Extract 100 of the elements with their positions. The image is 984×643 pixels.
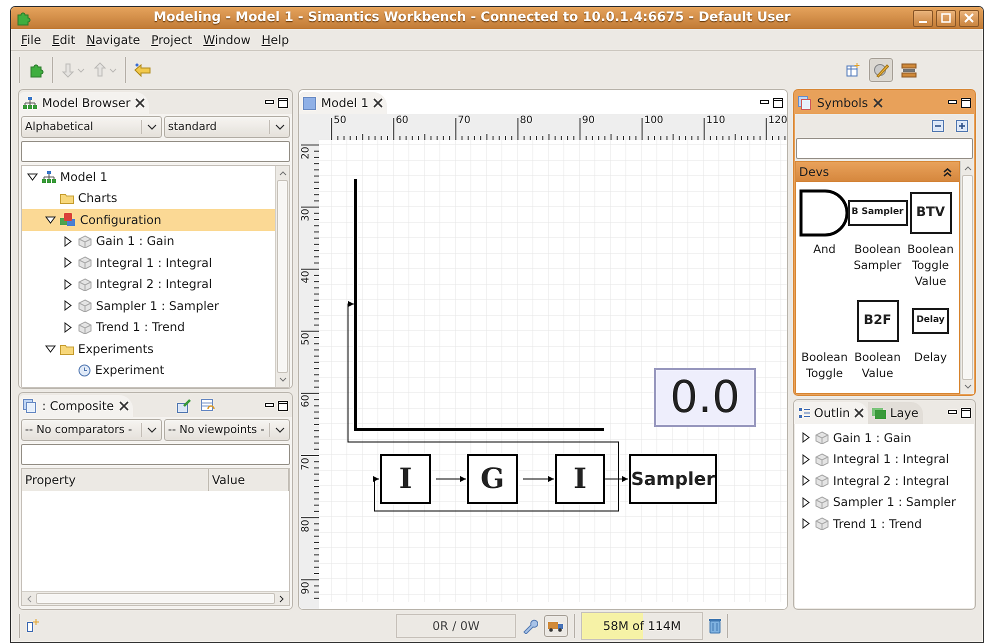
minimize-icon[interactable] [948, 100, 957, 106]
tree-item[interactable]: Integral 2 : Integral [795, 470, 974, 492]
expand-triangle-icon[interactable] [801, 475, 811, 486]
diagram-block[interactable]: I [555, 454, 605, 504]
minimize-button[interactable] [913, 10, 933, 26]
symbol-label[interactable]: And [813, 241, 836, 257]
column-header[interactable]: Value [209, 469, 289, 491]
folder-icon [60, 342, 74, 355]
view-tab[interactable]: Model Browser [19, 92, 150, 114]
menu-item[interactable]: Help [258, 30, 293, 48]
connector-arrow[interactable] [436, 476, 466, 482]
menu-item[interactable]: Project [147, 30, 196, 48]
back-arrow-icon[interactable] [134, 62, 152, 78]
expand-triangle-icon[interactable] [63, 322, 73, 333]
collapse-triangle-icon[interactable] [44, 344, 56, 354]
symbol-label[interactable]: Boolean Toggle Value [904, 241, 957, 289]
dropdown[interactable]: -- No viewpoints - [164, 419, 290, 441]
menu-item[interactable]: File [17, 30, 46, 48]
tree-item[interactable]: Trend 1 : Trend [22, 316, 275, 338]
view-tab[interactable]: : Composite [19, 395, 133, 417]
dropdown[interactable]: Alphabetical [21, 116, 162, 138]
horizontal-scrollbar[interactable] [22, 591, 289, 605]
tree-item[interactable]: Sampler 1 : Sampler [795, 492, 974, 513]
column-header[interactable]: Property [22, 469, 209, 491]
double-chevron-up-icon[interactable] [943, 168, 952, 176]
tree-item[interactable]: Integral 2 : Integral [22, 274, 275, 295]
maximize-icon[interactable] [773, 98, 783, 108]
expand-triangle-icon[interactable] [63, 257, 73, 268]
vertical-scrollbar[interactable] [960, 161, 974, 394]
expand-all-icon[interactable] [956, 120, 968, 132]
tree-item[interactable]: Experiment [22, 360, 275, 381]
close-icon[interactable] [872, 98, 883, 108]
maximize-icon[interactable] [961, 98, 971, 108]
trash-icon[interactable] [709, 618, 721, 634]
symbol-label[interactable]: Boolean Value [851, 349, 904, 381]
symbol-label[interactable]: Boolean Sampler [851, 241, 904, 273]
close-icon[interactable] [854, 408, 864, 418]
search-field[interactable] [796, 138, 973, 159]
close-button[interactable] [959, 10, 979, 26]
table-sync-icon[interactable] [200, 399, 215, 413]
minimize-icon[interactable] [948, 410, 957, 416]
expand-triangle-icon[interactable] [801, 432, 811, 444]
diagram-block[interactable]: Sampler [629, 454, 717, 504]
view-tab[interactable]: Laye [868, 402, 923, 424]
tree-item[interactable]: Gain 1 : Gain [795, 427, 974, 448]
expand-triangle-icon[interactable] [801, 454, 811, 465]
collapse-triangle-icon[interactable] [26, 172, 38, 182]
menu-item[interactable]: Navigate [82, 30, 144, 48]
tree-item[interactable]: Integral 1 : Integral [22, 252, 275, 274]
menu-item[interactable]: Window [199, 30, 255, 48]
tree-item[interactable]: Gain 1 : Gain [22, 230, 275, 252]
tree-item[interactable]: Trend 1 : Trend [795, 513, 974, 534]
diagram-block[interactable]: G [467, 454, 518, 504]
tree-item[interactable]: Charts [22, 188, 275, 209]
expand-triangle-icon[interactable] [63, 236, 73, 247]
tree-item[interactable]: Configuration [22, 209, 275, 230]
minimize-icon[interactable] [265, 403, 274, 409]
collapse-triangle-icon[interactable] [44, 214, 56, 225]
symbol-label[interactable]: Delay [914, 349, 947, 365]
close-icon[interactable] [135, 98, 146, 108]
close-icon[interactable] [118, 401, 129, 411]
expand-triangle-icon[interactable] [63, 278, 73, 290]
tree-item[interactable]: Integral 1 : Integral [795, 448, 974, 470]
maximize-icon[interactable] [961, 408, 971, 418]
view-tab[interactable]: Outlin [794, 402, 868, 424]
ruler-label: 30 [301, 208, 312, 222]
symbol-label[interactable]: Boolean Toggle [798, 349, 851, 381]
maximize-icon[interactable] [278, 401, 288, 411]
expand-triangle-icon[interactable] [801, 496, 811, 508]
menu-item[interactable]: Edit [48, 30, 80, 48]
fast-view-icon[interactable] [26, 619, 40, 633]
dropdown[interactable]: -- No comparators - [21, 419, 162, 441]
trend-axes[interactable] [354, 179, 604, 431]
wrench-icon[interactable] [522, 618, 538, 634]
dropdown[interactable]: standard [164, 116, 290, 138]
diagram-canvas[interactable]: 0.0 I G I Sampler [319, 140, 787, 609]
collapse-all-icon[interactable] [932, 120, 944, 132]
filter-field[interactable] [21, 444, 290, 465]
cubes-icon [60, 212, 76, 227]
maximize-button[interactable] [936, 10, 956, 26]
minimize-icon[interactable] [760, 100, 769, 106]
group-header[interactable]: Devs [796, 162, 959, 182]
vertical-scrollbar[interactable] [275, 166, 289, 387]
puzzle-icon[interactable] [28, 62, 44, 78]
pin-icon[interactable] [176, 399, 191, 413]
minimize-icon[interactable] [265, 100, 274, 106]
tree-item[interactable]: Experiments [22, 338, 275, 360]
expand-triangle-icon[interactable] [63, 300, 73, 312]
perspective-button[interactable] [869, 58, 893, 82]
tree-item[interactable]: Sampler 1 : Sampler [22, 295, 275, 316]
value-display[interactable]: 0.0 [654, 368, 756, 427]
filter-field[interactable] [21, 141, 290, 162]
connector-arrow[interactable] [522, 476, 554, 482]
diagram-block[interactable]: I [380, 454, 431, 504]
truck-button[interactable] [544, 615, 568, 637]
expand-triangle-icon[interactable] [801, 518, 811, 530]
tree-item[interactable]: Model 1 [22, 166, 275, 188]
maximize-icon[interactable] [278, 98, 288, 108]
close-icon[interactable] [373, 98, 384, 108]
view-tab[interactable]: Model 1 [299, 92, 388, 114]
